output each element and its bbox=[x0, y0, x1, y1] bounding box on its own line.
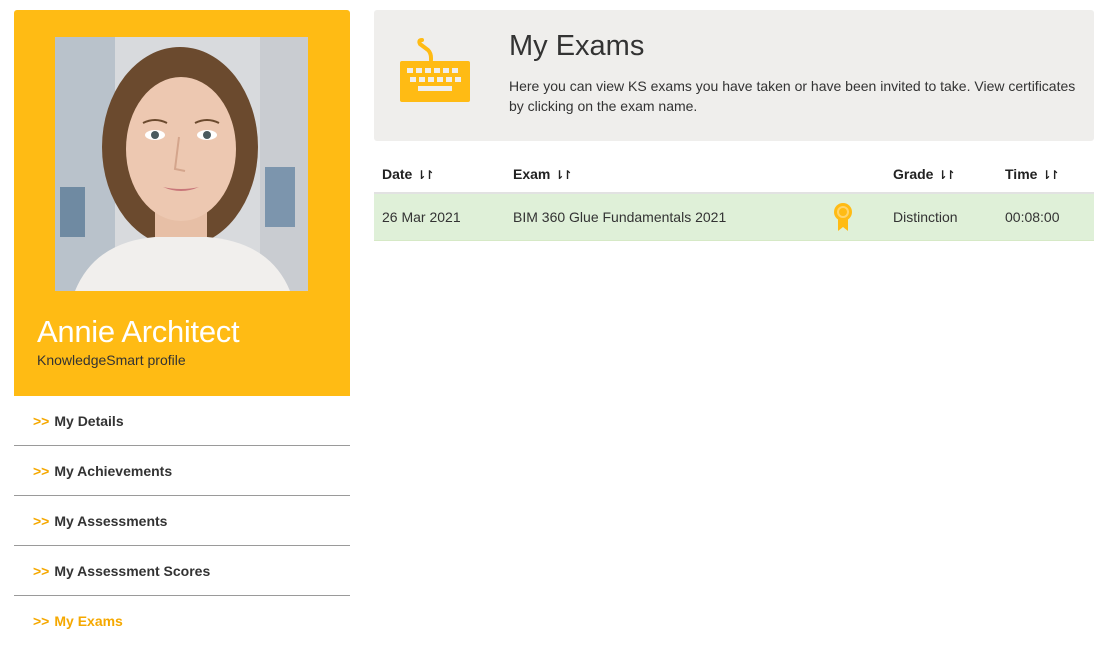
cell-time: 00:08:00 bbox=[997, 193, 1094, 241]
cell-exam-link[interactable]: BIM 360 Glue Fundamentals 2021 bbox=[505, 193, 825, 241]
cell-grade: Distinction bbox=[885, 193, 997, 241]
page-title: My Exams bbox=[509, 30, 645, 62]
cell-date: 26 Mar 2021 bbox=[374, 193, 505, 241]
profile-photo-image bbox=[55, 37, 308, 291]
nav-item-label: My Assessment Scores bbox=[54, 562, 211, 579]
page-header: My Exams Here you can view KS exams you … bbox=[374, 10, 1094, 141]
award-ribbon-icon[interactable] bbox=[833, 202, 853, 232]
column-label: Grade bbox=[893, 166, 934, 182]
nav-item-my-details[interactable]: >> My Details bbox=[14, 396, 350, 446]
sort-icon: ⇂↾ bbox=[416, 168, 434, 182]
nav-item-label: My Exams bbox=[54, 613, 123, 629]
column-header-certificate bbox=[825, 156, 885, 194]
nav-arrow-icon: >> bbox=[33, 412, 50, 429]
nav-arrow-icon: >> bbox=[33, 613, 50, 629]
nav-item-my-assessment-scores[interactable]: >> My Assessment Scores bbox=[14, 546, 350, 596]
exams-table: Date ⇂↾ Exam ⇂↾ Grade ⇂↾ Time ⇂↾ 26 Mar 2021… bbox=[374, 156, 1094, 241]
nav-item-label: My Details bbox=[54, 412, 124, 429]
column-label: Time bbox=[1005, 166, 1038, 182]
nav-item-label: My Assessments bbox=[54, 512, 168, 529]
table-row: 26 Mar 2021 BIM 360 Glue Fundamentals 20… bbox=[374, 193, 1094, 241]
profile-card: Annie Architect KnowledgeSmart profile bbox=[14, 10, 350, 396]
nav-arrow-icon: >> bbox=[33, 462, 50, 479]
nav-arrow-icon: >> bbox=[33, 562, 50, 579]
cell-certificate[interactable] bbox=[825, 193, 885, 241]
profile-subtitle: KnowledgeSmart profile bbox=[37, 352, 186, 368]
column-header-exam[interactable]: Exam ⇂↾ bbox=[505, 156, 825, 194]
page-description: Here you can view KS exams you have take… bbox=[509, 78, 1076, 114]
profile-photo bbox=[55, 37, 308, 291]
column-label: Date bbox=[382, 166, 413, 182]
profile-nav: >> My Details >> My Achievements >> My A… bbox=[14, 396, 350, 646]
nav-item-label: My Achievements bbox=[54, 462, 173, 479]
keyboard-icon bbox=[400, 38, 470, 102]
column-header-grade[interactable]: Grade ⇂↾ bbox=[885, 156, 997, 194]
nav-arrow-icon: >> bbox=[33, 512, 50, 529]
nav-item-my-achievements[interactable]: >> My Achievements bbox=[14, 446, 350, 496]
column-header-date[interactable]: Date ⇂↾ bbox=[374, 156, 505, 194]
column-label: Exam bbox=[513, 166, 551, 182]
column-header-time[interactable]: Time ⇂↾ bbox=[997, 156, 1094, 194]
nav-item-my-exams[interactable]: >> My Exams bbox=[14, 596, 350, 646]
sort-icon: ⇂↾ bbox=[937, 168, 955, 182]
nav-item-my-assessments[interactable]: >> My Assessments bbox=[14, 496, 350, 546]
sort-icon: ⇂↾ bbox=[554, 168, 572, 182]
profile-name: Annie Architect bbox=[37, 314, 240, 349]
sort-icon: ⇂↾ bbox=[1041, 168, 1059, 182]
table-header-row: Date ⇂↾ Exam ⇂↾ Grade ⇂↾ Time ⇂↾ bbox=[374, 156, 1094, 194]
